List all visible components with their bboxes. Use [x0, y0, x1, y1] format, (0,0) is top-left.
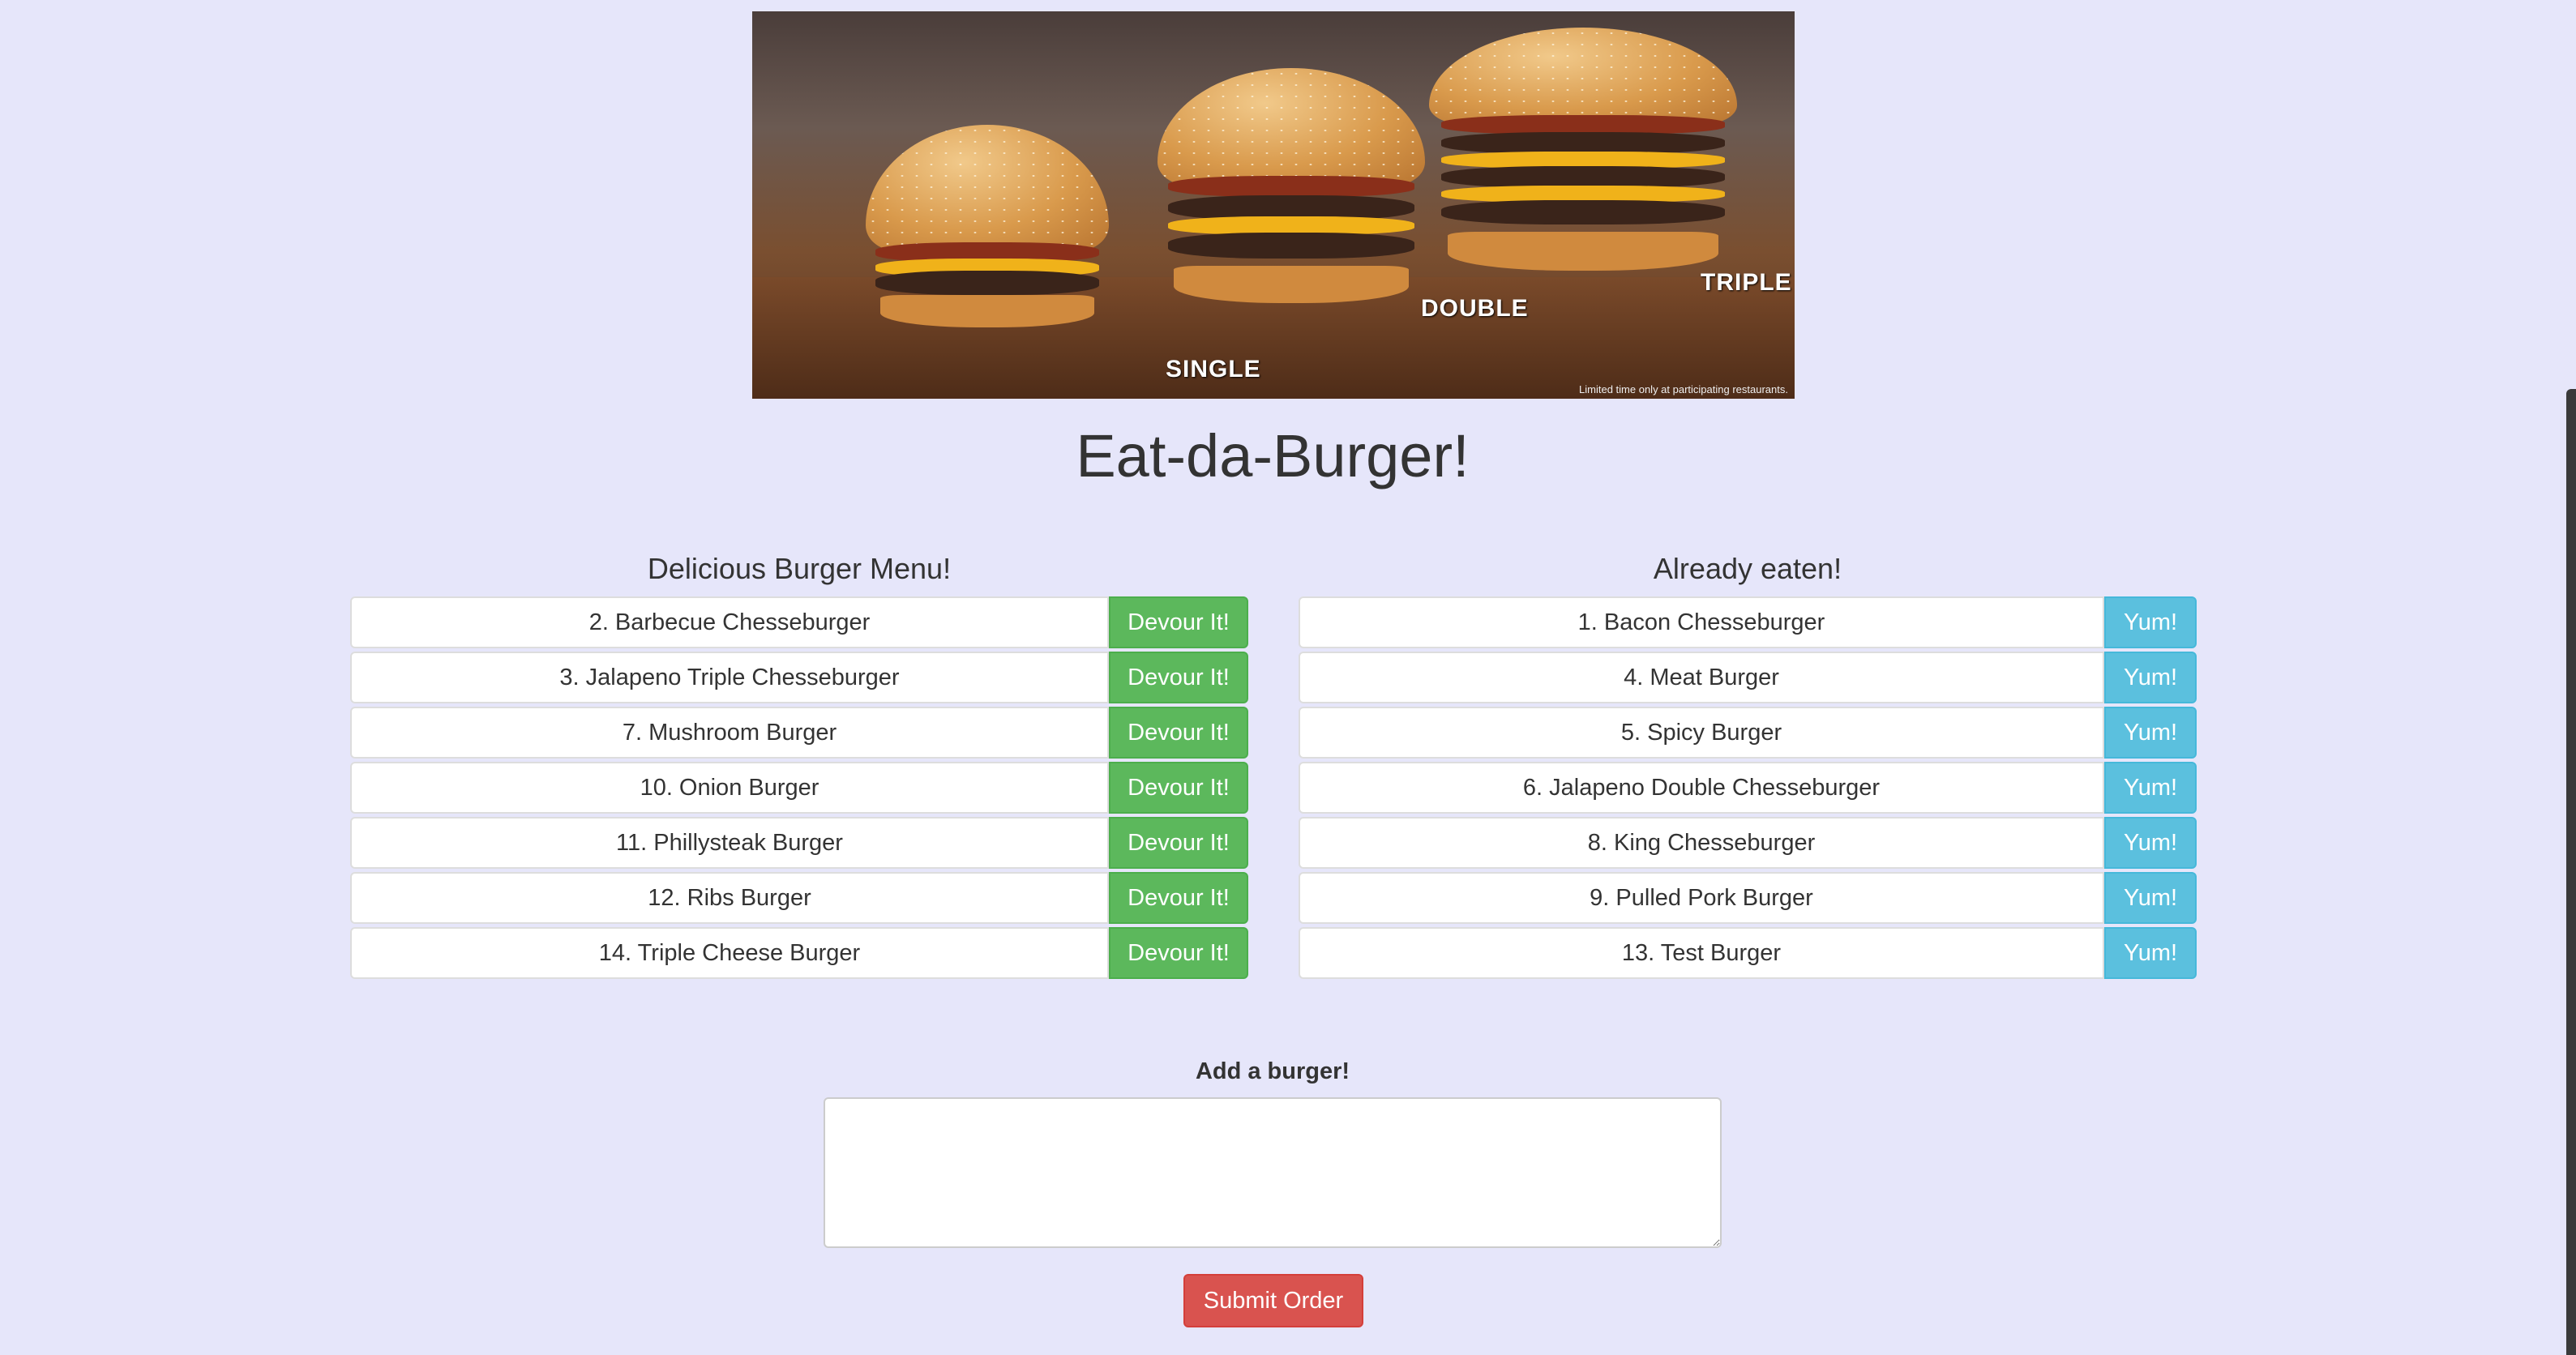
menu-row: 11. Phillysteak Burger Devour It! — [350, 817, 1248, 869]
burger-name: 13. Test Burger — [1299, 927, 2104, 979]
menu-heading: Delicious Burger Menu! — [647, 552, 952, 585]
eaten-column: Already eaten! 1. Bacon Chesseburger Yum!… — [1299, 553, 2197, 982]
burger-name: 3. Jalapeno Triple Chesseburger — [350, 652, 1109, 703]
eaten-row: 6. Jalapeno Double Chesseburger Yum! — [1299, 762, 2197, 814]
menu-row: 10. Onion Burger Devour It! — [350, 762, 1248, 814]
submit-order-button[interactable]: Submit Order — [1183, 1274, 1363, 1327]
hero-label-double: DOUBLE — [1421, 295, 1529, 322]
burger-name: 14. Triple Cheese Burger — [350, 927, 1109, 979]
burger-name: 8. King Chesseburger — [1299, 817, 2104, 869]
eaten-heading: Already eaten! — [1653, 552, 1842, 585]
single-burger-image — [866, 125, 1109, 327]
eaten-row: 4. Meat Burger Yum! — [1299, 652, 2197, 703]
eaten-row: 9. Pulled Pork Burger Yum! — [1299, 872, 2197, 924]
burger-name: 6. Jalapeno Double Chesseburger — [1299, 762, 2104, 814]
hero-fine-print: Limited time only at participating resta… — [1579, 383, 1788, 395]
eaten-row: 5. Spicy Burger Yum! — [1299, 707, 2197, 759]
menu-row: 12. Ribs Burger Devour It! — [350, 872, 1248, 924]
devour-button[interactable]: Devour It! — [1109, 817, 1248, 869]
menu-row: 3. Jalapeno Triple Chesseburger Devour It… — [350, 652, 1248, 703]
yum-button[interactable]: Yum! — [2104, 927, 2197, 979]
burger-name: 4. Meat Burger — [1299, 652, 2104, 703]
menu-row: 14. Triple Cheese Burger Devour It! — [350, 927, 1248, 979]
burger-name: 5. Spicy Burger — [1299, 707, 2104, 759]
yum-button[interactable]: Yum! — [2104, 596, 2197, 648]
hero-image: SINGLE DOUBLE TRIPLE Limited time only a… — [752, 11, 1795, 399]
yum-button[interactable]: Yum! — [2104, 762, 2197, 814]
devour-button[interactable]: Devour It! — [1109, 872, 1248, 924]
menu-row: 2. Barbecue Chesseburger Devour It! — [350, 596, 1248, 648]
devour-button[interactable]: Devour It! — [1109, 596, 1248, 648]
page-title: Eat-da-Burger! — [1076, 422, 1470, 489]
eaten-row: 13. Test Burger Yum! — [1299, 927, 2197, 979]
burger-name: 7. Mushroom Burger — [350, 707, 1109, 759]
menu-row: 7. Mushroom Burger Devour It! — [350, 707, 1248, 759]
hero-label-triple: TRIPLE — [1701, 269, 1792, 296]
yum-button[interactable]: Yum! — [2104, 652, 2197, 703]
eaten-row: 1. Bacon Chesseburger Yum! — [1299, 596, 2197, 648]
burger-name-input[interactable] — [824, 1097, 1722, 1248]
burger-menu-column: Delicious Burger Menu! 2. Barbecue Chess… — [350, 553, 1248, 982]
devour-button[interactable]: Devour It! — [1109, 927, 1248, 979]
add-burger-label: Add a burger! — [1195, 1058, 1350, 1084]
eaten-row: 8. King Chesseburger Yum! — [1299, 817, 2197, 869]
burger-name: 2. Barbecue Chesseburger — [350, 596, 1109, 648]
triple-burger-image — [1429, 28, 1737, 271]
devour-button[interactable]: Devour It! — [1109, 707, 1248, 759]
devour-button[interactable]: Devour It! — [1109, 652, 1248, 703]
hero-label-single: SINGLE — [1166, 356, 1261, 383]
yum-button[interactable]: Yum! — [2104, 707, 2197, 759]
burger-name: 10. Onion Burger — [350, 762, 1109, 814]
scrollbar[interactable] — [2566, 389, 2576, 1355]
double-burger-image — [1157, 68, 1425, 303]
devour-button[interactable]: Devour It! — [1109, 762, 1248, 814]
burger-name: 9. Pulled Pork Burger — [1299, 872, 2104, 924]
yum-button[interactable]: Yum! — [2104, 872, 2197, 924]
burger-name: 11. Phillysteak Burger — [350, 817, 1109, 869]
yum-button[interactable]: Yum! — [2104, 817, 2197, 869]
burger-name: 1. Bacon Chesseburger — [1299, 596, 2104, 648]
burger-name: 12. Ribs Burger — [350, 872, 1109, 924]
